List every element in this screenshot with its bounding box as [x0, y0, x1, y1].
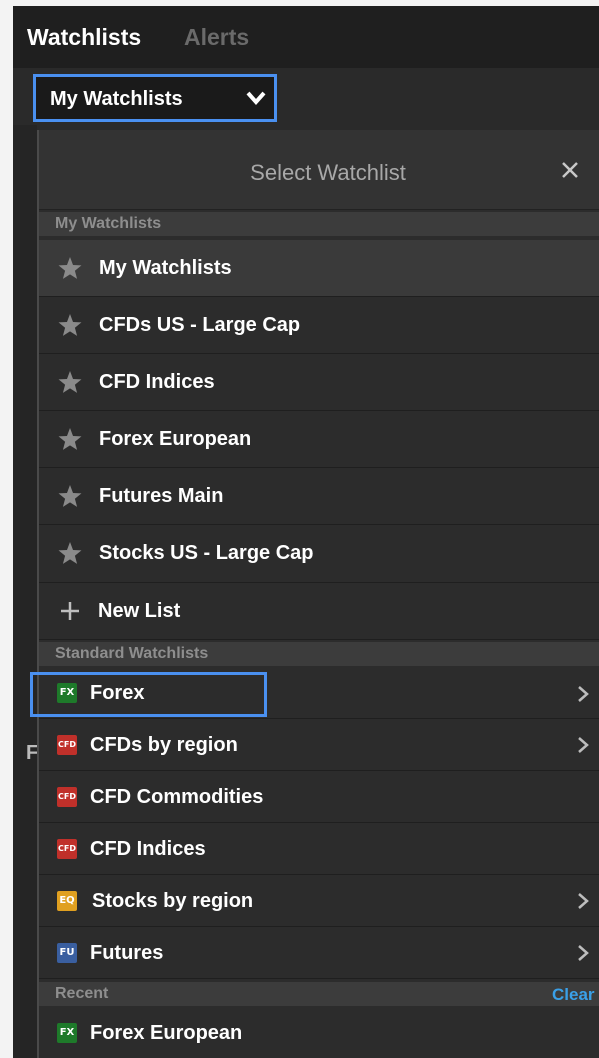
- my-watchlist-item[interactable]: Forex European: [39, 411, 599, 468]
- star-icon: [58, 371, 82, 393]
- eq-badge-icon: EQ: [57, 891, 77, 911]
- plus-icon: [61, 602, 79, 620]
- recent-watchlist-item[interactable]: FX Forex European: [39, 1008, 599, 1058]
- star-icon: [58, 542, 82, 564]
- standard-watchlist-label: CFD Indices: [90, 838, 206, 860]
- clear-recent-link[interactable]: Clear: [552, 985, 595, 1005]
- my-watchlist-item[interactable]: CFDs US - Large Cap: [39, 297, 599, 354]
- my-watchlist-item[interactable]: Stocks US - Large Cap: [39, 525, 599, 583]
- dropdown-title: Select Watchlist: [250, 160, 406, 185]
- select-watchlist-dropdown: Select Watchlist My Watchlists My Watchl…: [37, 130, 599, 1058]
- standard-watchlist-item[interactable]: EQ Stocks by region: [39, 875, 599, 927]
- new-list-button[interactable]: New List: [39, 583, 599, 640]
- tab-alerts[interactable]: Alerts: [184, 24, 249, 51]
- tab-watchlists[interactable]: Watchlists: [27, 24, 141, 51]
- my-watchlist-item[interactable]: CFD Indices: [39, 354, 599, 411]
- standard-watchlist-label: CFDs by region: [90, 734, 238, 756]
- section-recent: Recent: [39, 982, 599, 1006]
- star-icon: [58, 314, 82, 336]
- cfd-badge-icon: CFD: [57, 787, 77, 807]
- watchlist-selector-label: My Watchlists: [50, 88, 183, 110]
- standard-watchlist-item[interactable]: CFD CFD Indices: [39, 823, 599, 875]
- new-list-label: New List: [98, 600, 181, 622]
- my-watchlist-label: CFD Indices: [99, 371, 215, 393]
- my-watchlist-label: Futures Main: [99, 485, 224, 507]
- star-icon: [58, 428, 82, 450]
- standard-watchlist-label: Stocks by region: [92, 890, 254, 912]
- my-watchlist-label: Stocks US - Large Cap: [99, 542, 314, 564]
- tab-bar: Watchlists Alerts: [13, 6, 599, 68]
- standard-watchlist-item[interactable]: FU Futures: [39, 927, 599, 979]
- close-icon[interactable]: [561, 161, 579, 179]
- cfd-badge-icon: CFD: [57, 735, 77, 755]
- section-standard-watchlists: Standard Watchlists: [39, 642, 599, 666]
- star-icon: [58, 257, 82, 279]
- my-watchlist-label: CFDs US - Large Cap: [99, 314, 301, 336]
- fx-badge-icon: FX: [57, 1023, 77, 1043]
- chevron-right-icon: [578, 737, 589, 753]
- chevron-right-icon: [578, 893, 589, 909]
- chevron-down-icon: [246, 91, 266, 105]
- watchlist-selector[interactable]: My Watchlists: [33, 74, 277, 122]
- standard-watchlist-label: CFD Commodities: [90, 786, 264, 808]
- star-icon: [58, 485, 82, 507]
- background-list-edge: [13, 125, 37, 1058]
- standard-watchlist-item[interactable]: CFD CFD Commodities: [39, 771, 599, 823]
- my-watchlist-item[interactable]: My Watchlists: [39, 240, 599, 297]
- my-watchlist-label: Forex European: [99, 428, 252, 450]
- recent-watchlist-label: Forex European: [90, 1022, 243, 1044]
- dropdown-header: Select Watchlist: [39, 130, 599, 210]
- chevron-right-icon: [578, 945, 589, 961]
- section-my-watchlists: My Watchlists: [39, 212, 599, 236]
- fu-badge-icon: FU: [57, 943, 77, 963]
- standard-watchlist-label: Futures: [90, 942, 164, 964]
- standard-watchlist-item[interactable]: CFD CFDs by region: [39, 719, 599, 771]
- my-watchlist-label: My Watchlists: [99, 257, 232, 279]
- my-watchlist-item[interactable]: Futures Main: [39, 468, 599, 525]
- chevron-right-icon: [578, 686, 589, 702]
- forex-highlight-box: [30, 672, 267, 717]
- cfd-badge-icon: CFD: [57, 839, 77, 859]
